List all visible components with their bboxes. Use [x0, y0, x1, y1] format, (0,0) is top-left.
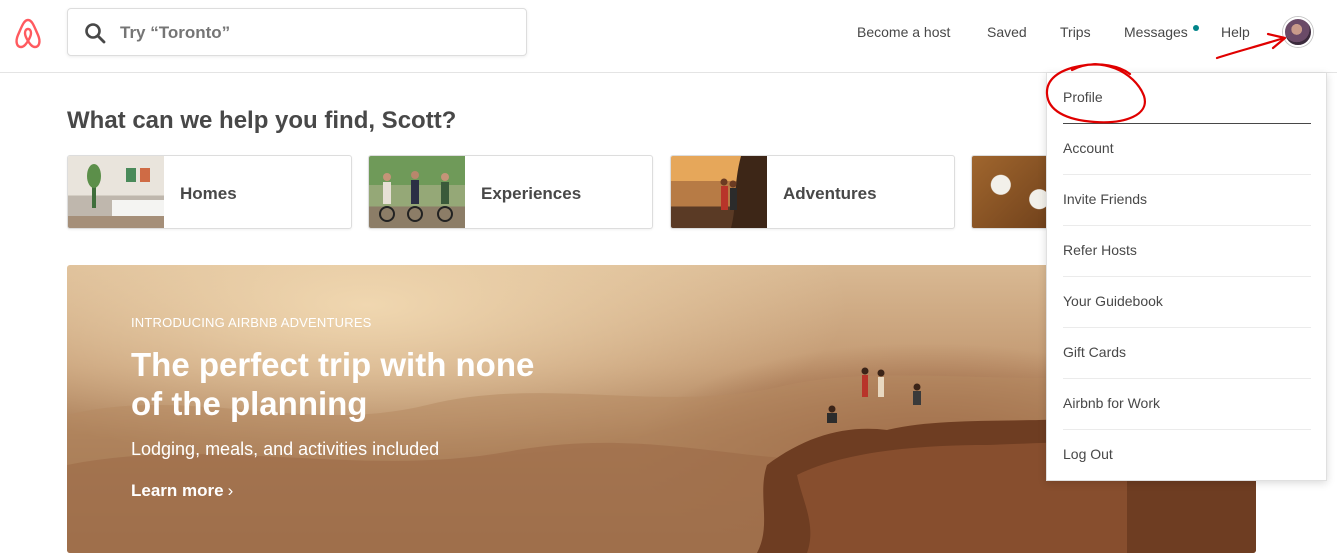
category-label-homes: Homes	[180, 184, 237, 203]
learn-more-link[interactable]: Learn more ›	[131, 481, 233, 501]
menu-item-airbnb-for-work[interactable]: Airbnb for Work	[1063, 379, 1311, 430]
menu-item-profile[interactable]: Profile	[1063, 73, 1311, 124]
unread-messages-dot	[1193, 25, 1199, 31]
hero-eyebrow: INTRODUCING AIRBNB ADVENTURES	[131, 315, 372, 330]
menu-item-log-out[interactable]: Log Out	[1063, 430, 1311, 481]
top-header: Try “Toronto” Become a host Saved Trips …	[0, 0, 1337, 73]
nav-help[interactable]: Help	[1221, 24, 1250, 40]
page-greeting: What can we help you find, Scott?	[67, 107, 457, 134]
menu-item-account[interactable]: Account	[1063, 124, 1311, 175]
menu-item-your-guidebook[interactable]: Your Guidebook	[1063, 277, 1311, 328]
menu-item-label: Invite Friends	[1063, 191, 1148, 207]
menu-item-label: Your Guidebook	[1063, 293, 1163, 309]
nav-saved[interactable]: Saved	[987, 24, 1027, 40]
search-placeholder: Try “Toronto”	[120, 23, 231, 42]
hero-subtitle: Lodging, meals, and activities included	[131, 439, 440, 459]
menu-item-label: Gift Cards	[1063, 344, 1127, 360]
adventures-thumbnail	[671, 156, 767, 228]
category-label-experiences: Experiences	[481, 184, 582, 203]
menu-item-label: Airbnb for Work	[1063, 395, 1160, 411]
category-label-adventures: Adventures	[783, 184, 877, 203]
category-card-homes[interactable]: Homes	[67, 155, 352, 229]
learn-more-label: Learn more	[131, 481, 224, 500]
user-dropdown-menu: Profile Account Invite Friends Refer Hos…	[1046, 73, 1327, 481]
menu-item-label: Account	[1063, 140, 1114, 156]
user-avatar[interactable]	[1283, 17, 1313, 47]
chevron-right-icon: ›	[227, 481, 234, 500]
category-card-experiences[interactable]: Experiences	[368, 155, 653, 229]
search-box[interactable]: Try “Toronto”	[67, 8, 527, 56]
menu-item-label: Refer Hosts	[1063, 242, 1137, 258]
nav-become-host[interactable]: Become a host	[857, 24, 950, 40]
hero-title: The perfect trip with none of the planni…	[131, 346, 535, 422]
category-card-adventures[interactable]: Adventures	[670, 155, 955, 229]
experiences-thumbnail	[369, 156, 465, 228]
airbnb-logo-icon[interactable]	[12, 16, 44, 50]
nav-trips[interactable]: Trips	[1060, 24, 1091, 40]
search-icon	[85, 23, 106, 44]
menu-item-invite-friends[interactable]: Invite Friends	[1063, 175, 1311, 226]
homes-thumbnail	[68, 156, 164, 228]
menu-item-refer-hosts[interactable]: Refer Hosts	[1063, 226, 1311, 277]
nav-messages[interactable]: Messages	[1124, 24, 1188, 40]
menu-item-gift-cards[interactable]: Gift Cards	[1063, 328, 1311, 379]
menu-item-label: Profile	[1063, 89, 1103, 105]
menu-item-label: Log Out	[1063, 446, 1113, 462]
